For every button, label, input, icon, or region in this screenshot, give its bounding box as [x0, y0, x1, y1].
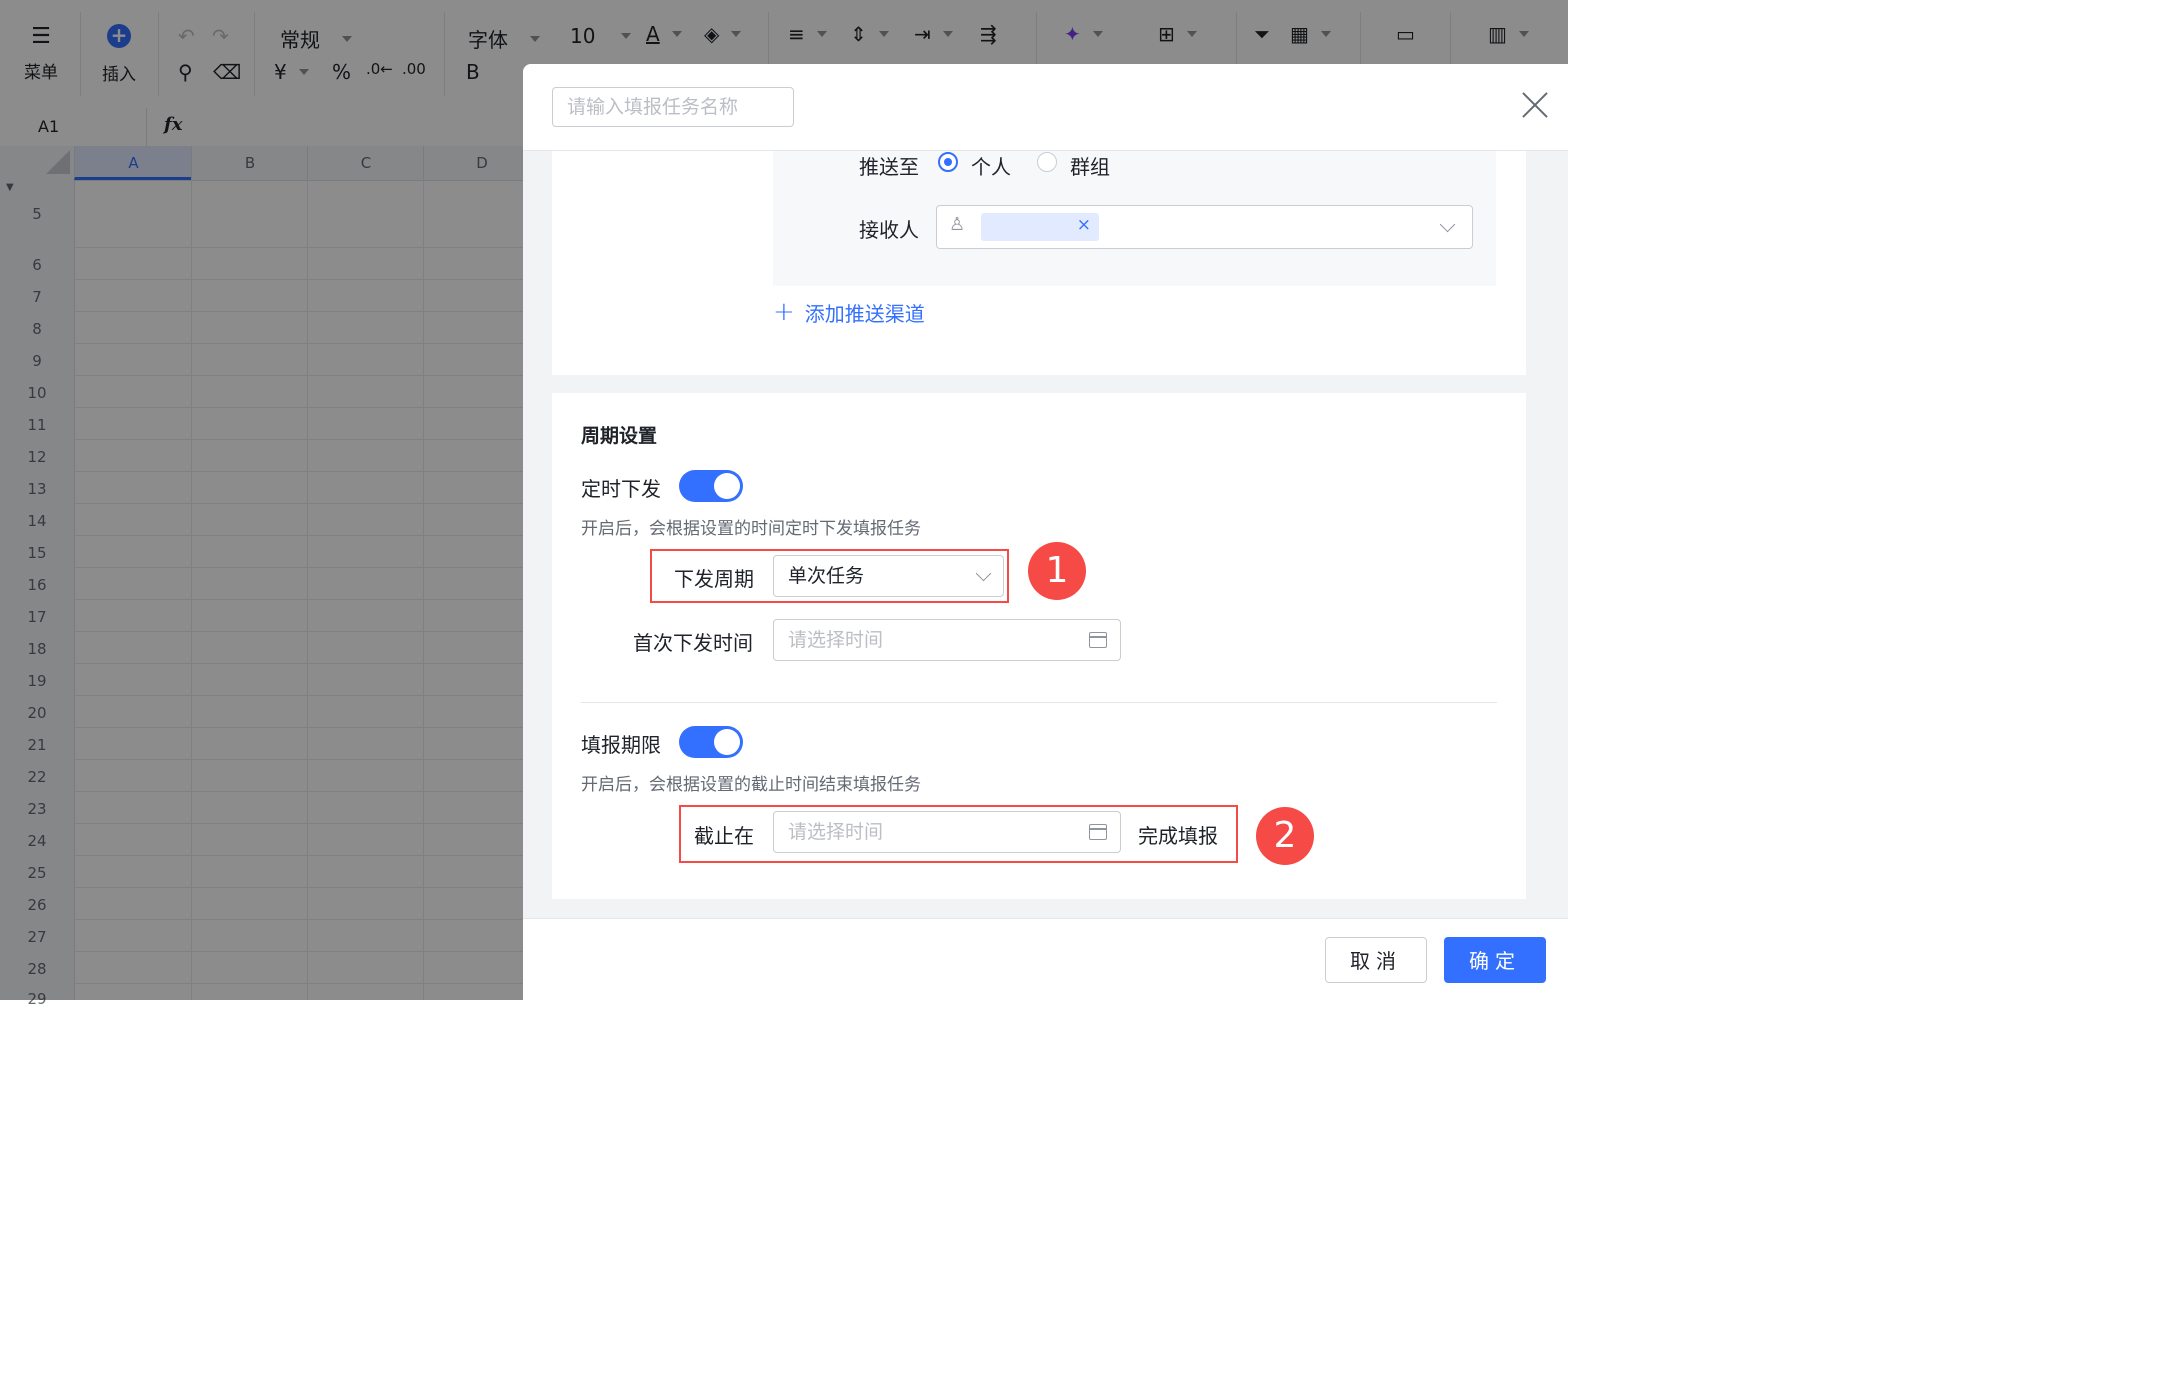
- deadline-suffix-label: 完成填报: [1138, 824, 1218, 848]
- first-send-time-picker[interactable]: 请选择时间: [773, 619, 1121, 661]
- close-icon[interactable]: [1518, 88, 1552, 122]
- push-settings-card: 推送至 个人 群组 接收人 ♙ × + 添加推送渠道: [552, 151, 1526, 375]
- scheduled-send-hint: 开启后，会根据设置的时间定时下发填报任务: [581, 519, 921, 539]
- deadline-label: 填报期限: [581, 733, 661, 757]
- plus-icon: +: [773, 297, 795, 327]
- receiver-label: 接收人: [859, 218, 919, 242]
- section-divider: [581, 702, 1497, 703]
- scheduled-send-toggle[interactable]: [679, 470, 743, 502]
- modal-footer: 取消 确定: [523, 918, 1568, 1000]
- deadline-prefix-label: 截止在: [694, 824, 754, 848]
- chevron-down-icon: [975, 565, 992, 582]
- chevron-down-icon: [1439, 216, 1456, 233]
- radio-personal[interactable]: [938, 152, 958, 172]
- radio-group[interactable]: [1037, 152, 1057, 172]
- calendar-icon: [1089, 824, 1107, 840]
- receiver-select[interactable]: ♙ ×: [936, 205, 1473, 249]
- section-title: 周期设置: [581, 425, 658, 447]
- first-send-time-label: 首次下发时间: [633, 631, 753, 655]
- fill-task-modal: 推送至 个人 群组 接收人 ♙ × + 添加推送渠道 周期设置 定时下发 开启后…: [523, 64, 1568, 1000]
- confirm-button[interactable]: 确定: [1444, 937, 1546, 983]
- receiver-tag: ×: [981, 213, 1099, 241]
- deadline-time-picker[interactable]: 请选择时间: [773, 811, 1121, 853]
- step-badge-1: 1: [1028, 542, 1086, 600]
- modal-header: [523, 64, 1568, 151]
- period-settings-card: 周期设置 定时下发 开启后，会根据设置的时间定时下发填报任务 下发周期 单次任务…: [552, 393, 1526, 899]
- cancel-button[interactable]: 取消: [1325, 937, 1427, 983]
- user-icon: ♙: [949, 214, 966, 235]
- tag-close-icon[interactable]: ×: [1077, 215, 1091, 235]
- send-cycle-select[interactable]: 单次任务: [773, 555, 1004, 597]
- step-badge-2: 2: [1256, 807, 1314, 865]
- send-cycle-label: 下发周期: [674, 567, 754, 591]
- add-push-channel-link[interactable]: + 添加推送渠道: [773, 297, 925, 327]
- radio-group-label[interactable]: 群组: [1070, 151, 1110, 180]
- deadline-toggle[interactable]: [679, 726, 743, 758]
- task-name-input[interactable]: [552, 87, 794, 127]
- calendar-icon: [1089, 632, 1107, 648]
- deadline-hint: 开启后，会根据设置的截止时间结束填报任务: [581, 775, 921, 795]
- push-to-label: 推送至: [859, 155, 919, 179]
- scheduled-send-label: 定时下发: [581, 477, 661, 501]
- radio-personal-label[interactable]: 个人: [971, 151, 1011, 180]
